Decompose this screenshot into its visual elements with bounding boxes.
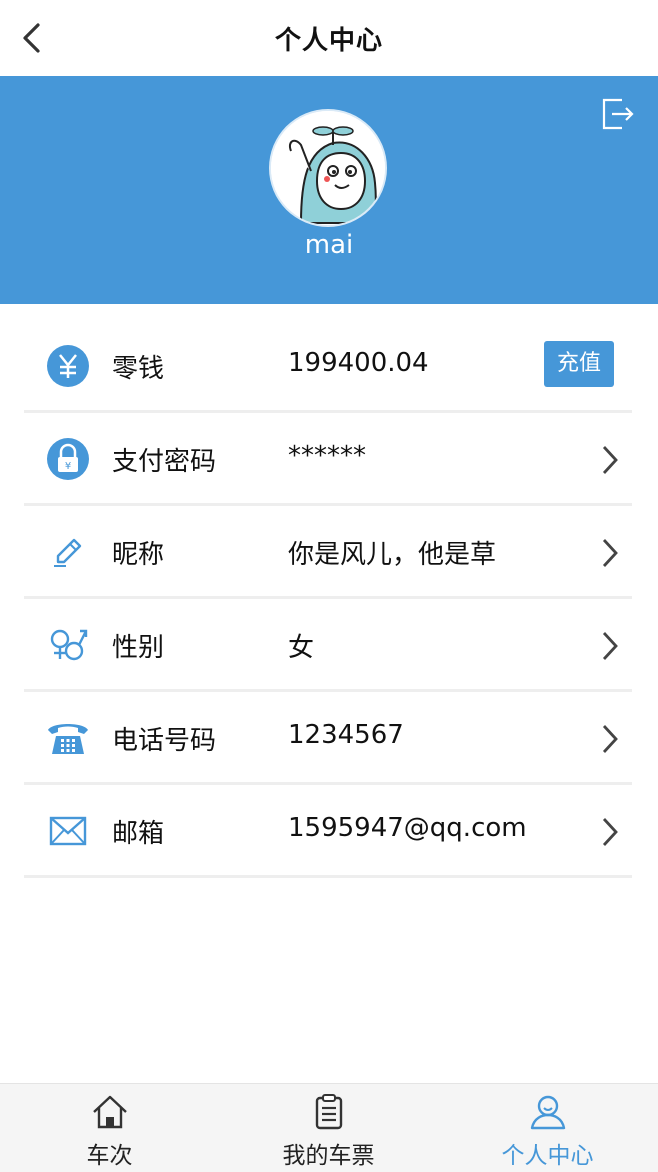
gender-value: 女 [288,633,315,663]
avatar[interactable] [271,111,385,225]
row-label: 零钱 [112,354,165,384]
list-item-pay-password[interactable]: ¥ 支付密码 ****** [24,413,632,506]
profile-info-list: 零钱 199400.04 充值 ¥ 支付密码 ****** 昵称 你是风儿，他是… [24,320,632,878]
chevron-right-icon [602,725,618,753]
list-item-gender[interactable]: 性别 女 [24,599,632,692]
pay-password-value: ****** [288,441,366,471]
row-label: 性别 [112,633,165,663]
username: mai [304,230,354,260]
home-icon [92,1095,127,1129]
svg-text:¥: ¥ [65,461,71,472]
mail-icon [49,816,87,846]
row-label: 电话号码 [112,726,217,756]
pencil-icon [54,538,82,567]
tab-my-tickets[interactable]: 我的车票 [219,1084,438,1172]
user-icon [530,1095,565,1130]
logout-icon[interactable] [600,96,636,132]
yen-coin-icon [47,345,89,387]
bottom-tab-bar: 车次 我的车票 个人中心 [0,1083,658,1172]
profile-header: mai [0,76,658,304]
list-item-nickname[interactable]: 昵称 你是风儿，他是草 [24,506,632,599]
tab-label: 我的车票 [282,1143,375,1169]
chevron-right-icon [602,632,618,660]
tab-label: 个人中心 [501,1143,594,1169]
chevron-right-icon [602,446,618,474]
row-label: 昵称 [112,540,165,570]
tab-profile[interactable]: 个人中心 [438,1084,657,1172]
top-nav-bar: 个人中心 [0,0,658,77]
row-label: 支付密码 [112,447,217,477]
phone-value: 1234567 [288,720,404,750]
list-item-email[interactable]: 邮箱 1595947@qq.com [24,785,632,878]
page-title: 个人中心 [274,26,383,56]
balance-value: 199400.04 [288,348,429,378]
email-value: 1595947@qq.com [288,813,527,843]
lock-icon: ¥ [47,438,89,480]
avatar-cat-illustration [271,111,385,225]
chevron-right-icon [602,539,618,567]
list-item-balance: 零钱 199400.04 充值 [24,320,632,413]
gender-icon [50,629,88,661]
row-label: 邮箱 [112,819,165,849]
clipboard-icon [315,1094,342,1130]
nickname-value: 你是风儿，他是草 [288,540,497,570]
tab-label: 车次 [86,1143,133,1169]
tab-trains[interactable]: 车次 [0,1084,219,1172]
recharge-button[interactable]: 充值 [544,341,614,387]
chevron-right-icon [602,818,618,846]
telephone-icon [48,724,88,754]
list-item-phone[interactable]: 电话号码 1234567 [24,692,632,785]
